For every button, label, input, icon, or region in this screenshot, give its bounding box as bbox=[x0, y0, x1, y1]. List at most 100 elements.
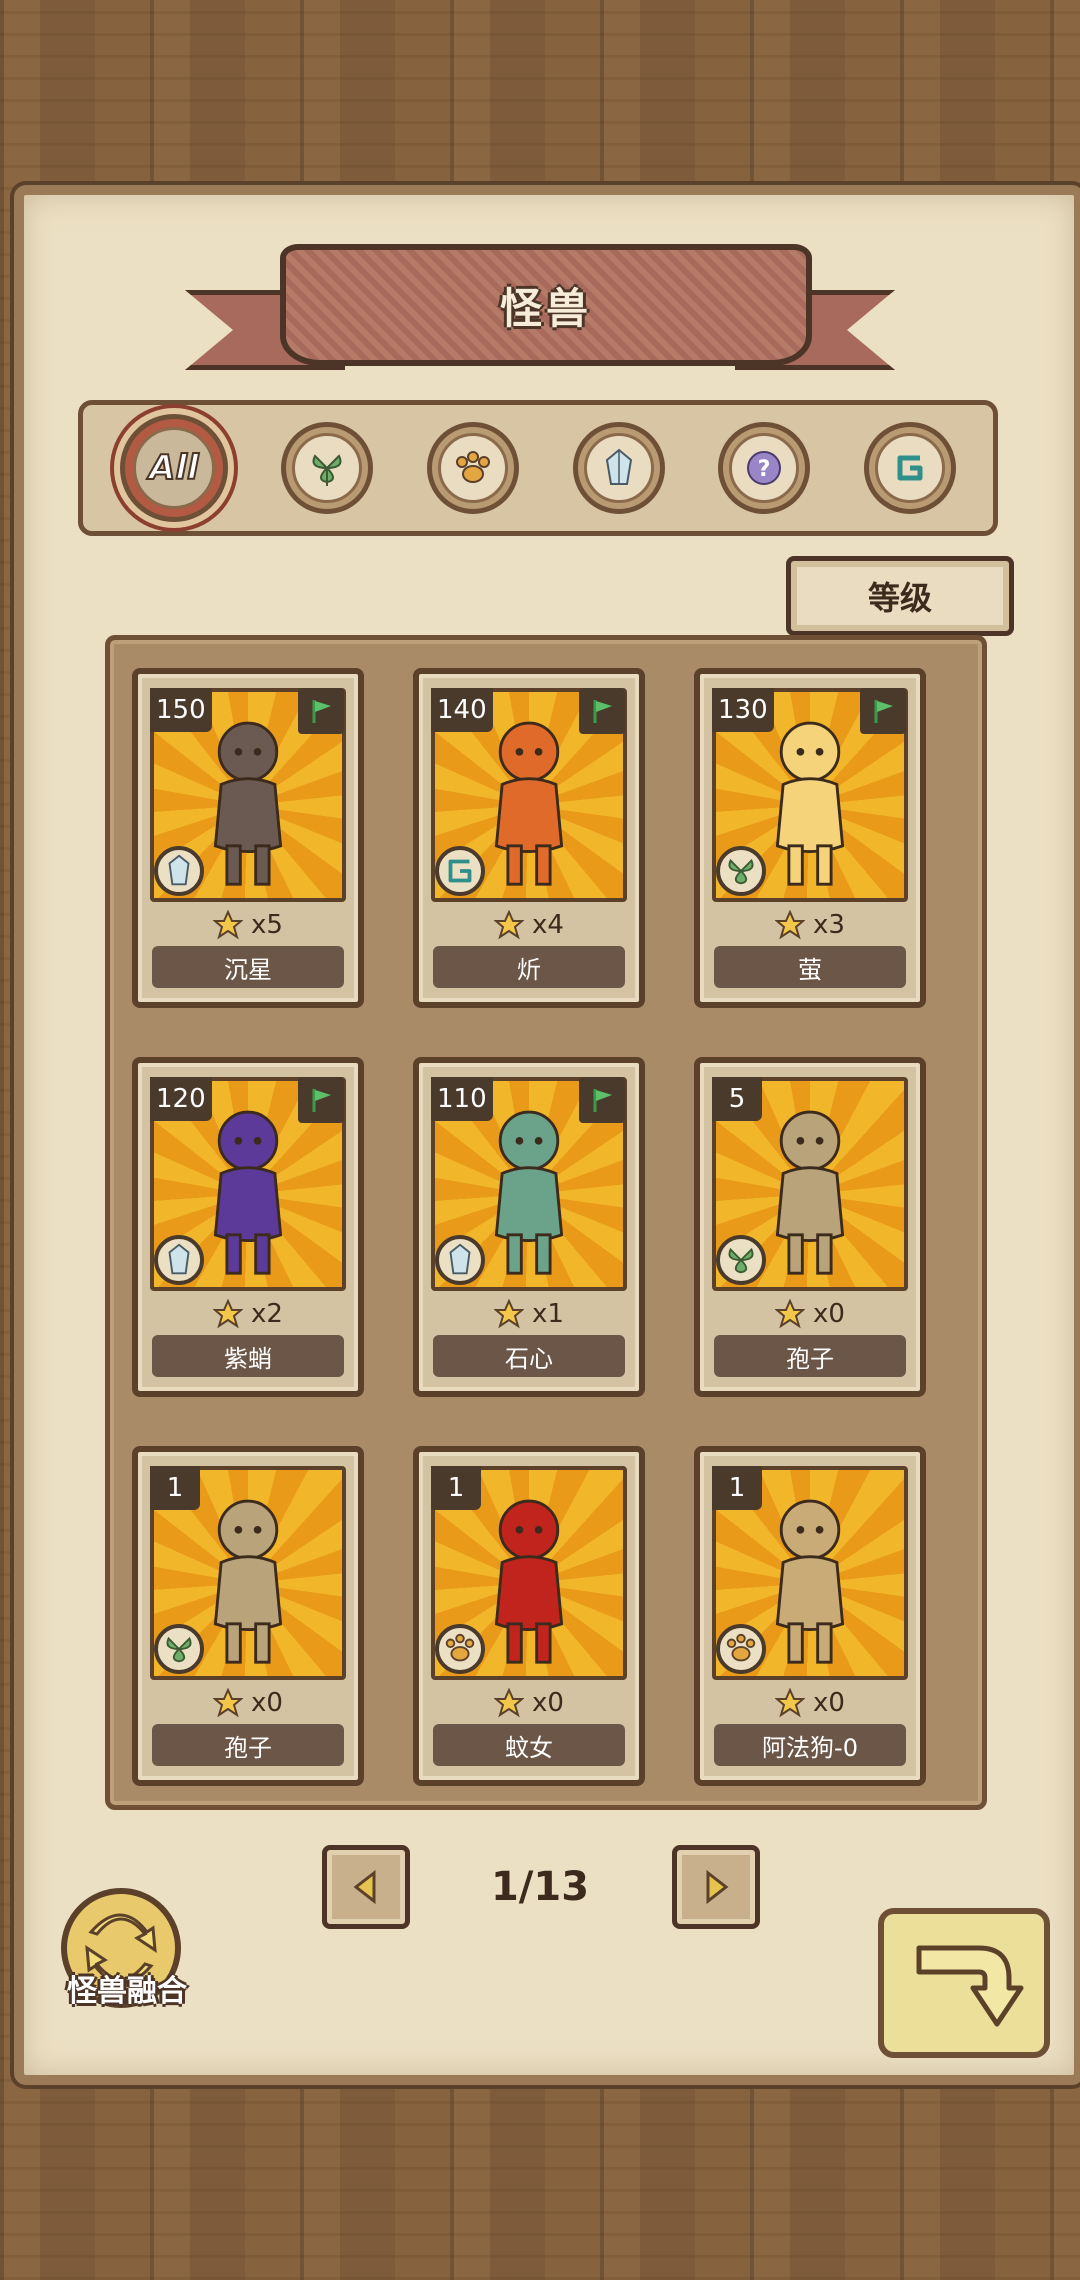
star-count: x5 bbox=[138, 906, 358, 944]
fusion-label: 怪兽融合 bbox=[67, 1974, 187, 2009]
star-icon bbox=[775, 1688, 806, 1718]
star-icon bbox=[775, 910, 806, 940]
crystal-icon bbox=[449, 1243, 471, 1275]
ribbon-banner: 怪兽 bbox=[280, 244, 812, 366]
filter-all-button[interactable]: All bbox=[119, 414, 228, 522]
page-indicator: 1/13 bbox=[490, 1864, 590, 1910]
star-icon bbox=[494, 1299, 525, 1329]
star-icon bbox=[213, 1299, 244, 1329]
page-title: 怪兽 bbox=[499, 283, 592, 333]
flag-badge bbox=[579, 1077, 625, 1123]
title-ribbon: 怪兽 bbox=[185, 230, 895, 390]
monster-name: 阿法狗-0 bbox=[714, 1724, 906, 1766]
monster-level: 130 bbox=[712, 688, 774, 732]
monster-fusion-button[interactable]: 怪兽融合 bbox=[55, 1888, 190, 2023]
crystal-icon bbox=[168, 1243, 190, 1275]
type-badge bbox=[716, 1235, 766, 1285]
type-badge bbox=[154, 846, 204, 896]
spiral-icon bbox=[897, 455, 923, 481]
star-count: x0 bbox=[138, 1684, 358, 1722]
monster-grid: 150 x5 沉星 140 x4 炘 130 x3 萤 120 x2 紫蛸 11… bbox=[105, 635, 987, 1810]
arrow-right-icon bbox=[706, 1869, 729, 1905]
type-badge bbox=[154, 1624, 204, 1674]
monster-name: 紫蛸 bbox=[152, 1335, 344, 1377]
star-count: x0 bbox=[700, 1295, 920, 1333]
star-count: x2 bbox=[138, 1295, 358, 1333]
star-icon bbox=[494, 910, 525, 940]
star-count: x0 bbox=[700, 1684, 920, 1722]
filter-beast-button[interactable] bbox=[427, 422, 520, 514]
star-multiplier: x0 bbox=[532, 1688, 564, 1718]
star-multiplier: x0 bbox=[813, 1688, 845, 1718]
star-count: x3 bbox=[700, 906, 920, 944]
paw-icon bbox=[456, 451, 491, 483]
monster-name: 石心 bbox=[433, 1335, 625, 1377]
return-arrow-icon bbox=[916, 1945, 1024, 2027]
star-count: x1 bbox=[419, 1295, 639, 1333]
monster-card[interactable]: 1 x0 孢子 bbox=[132, 1446, 364, 1786]
monster-card[interactable]: 130 x3 萤 bbox=[694, 668, 926, 1008]
flag-icon bbox=[874, 700, 893, 723]
monster-level: 1 bbox=[712, 1466, 762, 1510]
monster-card[interactable]: 140 x4 炘 bbox=[413, 668, 645, 1008]
paw-icon bbox=[726, 1633, 756, 1662]
monster-level: 110 bbox=[431, 1077, 493, 1121]
crystal-icon bbox=[605, 448, 632, 485]
type-badge bbox=[716, 1624, 766, 1674]
flag-badge bbox=[298, 1077, 344, 1123]
crystal-icon bbox=[168, 854, 190, 886]
monster-name: 沉星 bbox=[152, 946, 344, 988]
spiral-icon bbox=[448, 859, 472, 883]
flag-badge bbox=[298, 688, 344, 734]
filter-plant-button[interactable] bbox=[281, 422, 374, 514]
leaf-icon bbox=[728, 1247, 754, 1274]
star-multiplier: x5 bbox=[251, 910, 283, 940]
star-multiplier: x0 bbox=[813, 1299, 845, 1329]
star-icon bbox=[213, 1688, 244, 1718]
sort-label: 等级 bbox=[867, 579, 932, 617]
type-badge bbox=[716, 846, 766, 896]
all-label: All bbox=[148, 447, 200, 489]
monster-name: 萤 bbox=[714, 946, 906, 988]
sort-by-level-button[interactable]: 等级 bbox=[786, 556, 1014, 636]
monster-card[interactable]: 1 x0 阿法狗-0 bbox=[694, 1446, 926, 1786]
flag-badge bbox=[579, 688, 625, 734]
leaf-icon bbox=[312, 454, 342, 486]
filter-unknown-button[interactable]: ? bbox=[718, 422, 811, 514]
filter-element-button[interactable] bbox=[864, 422, 957, 514]
prev-page-button[interactable] bbox=[322, 1845, 410, 1929]
star-multiplier: x4 bbox=[532, 910, 564, 940]
next-page-button[interactable] bbox=[672, 1845, 760, 1929]
question-icon: ? bbox=[747, 451, 782, 485]
monster-card[interactable]: 150 x5 沉星 bbox=[132, 668, 364, 1008]
monster-level: 150 bbox=[150, 688, 212, 732]
filter-bar: All ? bbox=[78, 400, 998, 536]
monster-card[interactable]: 5 x0 孢子 bbox=[694, 1057, 926, 1397]
type-badge bbox=[435, 1235, 485, 1285]
paw-icon bbox=[445, 1633, 475, 1662]
type-badge bbox=[154, 1235, 204, 1285]
monster-name: 炘 bbox=[433, 946, 625, 988]
monster-name: 蚊女 bbox=[433, 1724, 625, 1766]
star-icon bbox=[775, 1299, 806, 1329]
star-icon bbox=[213, 910, 244, 940]
flag-icon bbox=[593, 1089, 612, 1112]
monster-level: 1 bbox=[150, 1466, 200, 1510]
monster-card[interactable]: 110 x1 石心 bbox=[413, 1057, 645, 1397]
filter-mineral-button[interactable] bbox=[572, 422, 665, 514]
flag-badge bbox=[860, 688, 906, 734]
monster-level: 120 bbox=[150, 1077, 212, 1121]
flag-icon bbox=[312, 700, 331, 723]
monster-name: 孢子 bbox=[714, 1335, 906, 1377]
star-icon bbox=[494, 1688, 525, 1718]
monster-level: 5 bbox=[712, 1077, 762, 1121]
star-multiplier: x3 bbox=[813, 910, 845, 940]
type-badge bbox=[435, 1624, 485, 1674]
return-button[interactable] bbox=[878, 1908, 1050, 2058]
monster-level: 1 bbox=[431, 1466, 481, 1510]
monster-card[interactable]: 120 x2 紫蛸 bbox=[132, 1057, 364, 1397]
flag-icon bbox=[312, 1089, 331, 1112]
svg-text:?: ? bbox=[758, 457, 771, 482]
leaf-icon bbox=[728, 858, 754, 885]
monster-card[interactable]: 1 x0 蚊女 bbox=[413, 1446, 645, 1786]
